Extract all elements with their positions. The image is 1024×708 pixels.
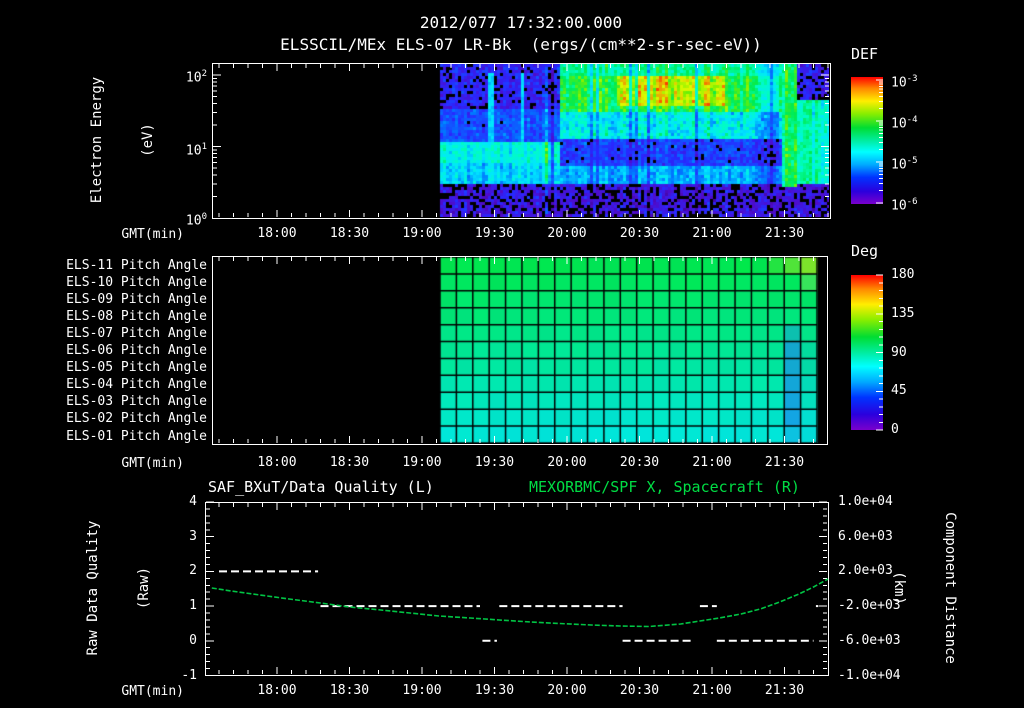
plot-page: 2012/077 17:32:00.000 ELSSCIL/MEx ELS-07… <box>0 0 1024 708</box>
pitch-frame <box>212 256 828 445</box>
spectrogram-frame <box>212 63 831 219</box>
axes-and-data-svg <box>205 63 883 676</box>
quality-frame <box>205 502 829 676</box>
spacecraft-distance-curve <box>211 578 829 628</box>
